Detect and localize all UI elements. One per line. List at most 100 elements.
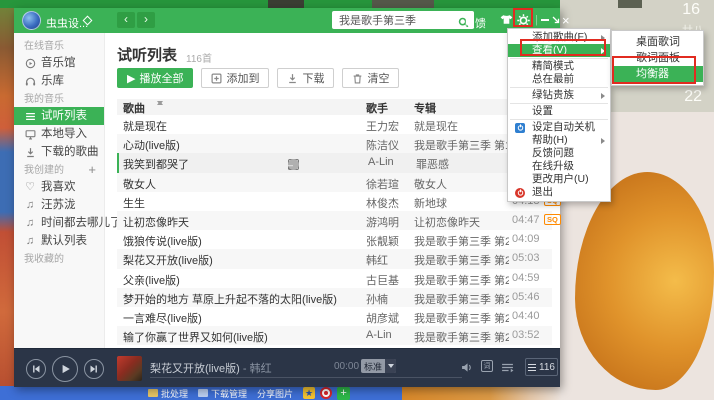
play-button[interactable]: [52, 356, 78, 382]
sidebar-item-乐库[interactable]: 乐库: [14, 72, 104, 90]
menu-item-精简模式[interactable]: 精简模式: [508, 60, 610, 73]
track-title: 梨花又开放(live版): [150, 363, 240, 375]
sidebar-item-label: 默认列表: [41, 232, 87, 250]
column-song[interactable]: 歌曲: [123, 100, 145, 116]
download-button[interactable]: 下载: [277, 68, 334, 88]
menu-item-反馈问题[interactable]: 反馈问题: [508, 147, 610, 160]
calendar-day-2: 22: [684, 88, 702, 106]
plus-tray-icon[interactable]: +: [337, 387, 350, 400]
sidebar-item-汪苏泷[interactable]: ♫汪苏泷: [14, 196, 104, 214]
artist-cell: 徐若瑄: [366, 176, 399, 192]
mini-mode-icon[interactable]: [551, 15, 561, 28]
song-row[interactable]: 梨花又开放(live版)韩红我是歌手第三季 第2期05:03: [117, 249, 552, 268]
song-row[interactable]: 生生林俊杰新地球04:18SQ: [117, 192, 552, 211]
song-cell: 我笑到都哭了: [123, 156, 189, 172]
song-row[interactable]: 父亲(live版)古巨基我是歌手第三季 第2期04:59: [117, 269, 552, 288]
forward-button[interactable]: ›: [137, 12, 155, 28]
annotation-box-equalizer: [612, 56, 696, 84]
playlist-button[interactable]: 116: [525, 358, 558, 376]
menu-separator: [510, 119, 608, 120]
song-cell: 就是现在: [123, 118, 167, 134]
taskbar-item-batch[interactable]: 批处理: [148, 387, 188, 400]
search-input[interactable]: [332, 11, 452, 29]
song-row[interactable]: 敬女人徐若瑄敬女人: [117, 173, 552, 192]
sidebar-section-label: 我收藏的: [14, 252, 104, 267]
duration-cell: 03:52: [512, 329, 540, 341]
song-row[interactable]: 就是现在王力宏就是现在: [117, 115, 552, 134]
album-cell: 新地球: [414, 195, 447, 211]
song-row[interactable]: 心动(live版)陈洁仪我是歌手第三季 第1期: [117, 134, 552, 153]
skin-icon[interactable]: [500, 14, 513, 29]
weibo-eye-tray-icon[interactable]: [320, 387, 332, 399]
sidebar-item-时间都去哪儿了[interactable]: ♫时间都去哪儿了: [14, 214, 104, 232]
sidebar-item-label: 下载的歌曲: [41, 143, 99, 161]
lightning-tray-icon[interactable]: ★: [303, 387, 315, 399]
minimize-button[interactable]: [541, 19, 549, 21]
album-cell: 我是歌手第三季 第2期: [414, 272, 509, 288]
note-icon: ♫: [24, 214, 36, 232]
song-row[interactable]: 输了你赢了世界又如何(live版)A-Lin我是歌手第三季 第2期03:52: [117, 326, 552, 345]
sidebar-item-试听列表[interactable]: 试听列表: [14, 107, 104, 125]
avatar[interactable]: [22, 11, 41, 30]
volume-icon[interactable]: [461, 360, 473, 378]
taskbar-item-share-image[interactable]: 分享图片: [257, 387, 293, 400]
clear-button[interactable]: 清空: [342, 68, 399, 88]
add-playlist-button[interactable]: +: [88, 163, 96, 177]
add-to-button[interactable]: 添加到: [201, 68, 269, 88]
song-row[interactable]: 让初恋像昨天游鸿明让初恋像昨天04:47SQ: [117, 211, 552, 230]
sidebar-section-label-text: 我收藏的: [24, 254, 64, 265]
play-all-button[interactable]: ▶ 播放全部: [117, 68, 193, 88]
lyrics-icon[interactable]: 词: [481, 360, 493, 372]
sidebar-section-label-text: 我创建的: [24, 165, 64, 176]
artist-cell: 林俊杰: [366, 195, 399, 211]
song-cell: 梨花又开放(live版): [123, 252, 213, 268]
menu-item-帮助(H)[interactable]: 帮助(H): [508, 134, 610, 147]
screen: 16 廿八 22 批处理 下载管理 分享图片 ★ + 虫虫设... ‹ ›: [0, 0, 714, 400]
album-cell: 我是歌手第三季 第2期: [414, 310, 509, 326]
duration-cell: 05:03: [512, 252, 540, 264]
sidebar-item-label: 汪苏泷: [41, 196, 76, 214]
page-title: 试听列表: [117, 44, 177, 65]
close-button[interactable]: ×: [562, 13, 570, 28]
feedback-link[interactable]: 反馈: [464, 15, 486, 31]
song-cell: 敬女人: [123, 176, 156, 192]
back-button[interactable]: ‹: [117, 12, 135, 28]
song-cell: 父亲(live版): [123, 272, 180, 288]
menu-item-更改用户(U)[interactable]: 更改用户(U): [508, 173, 610, 186]
username[interactable]: 虫虫设...: [46, 15, 88, 31]
column-album[interactable]: 专辑: [414, 100, 436, 116]
submenu-item-桌面歌词[interactable]: 桌面歌词: [612, 34, 703, 50]
sidebar-item-音乐馆[interactable]: 音乐馆: [14, 54, 104, 72]
sidebar-item-默认列表[interactable]: ♫默认列表: [14, 232, 104, 250]
sidebar-item-我喜欢[interactable]: ♡我喜欢: [14, 178, 104, 196]
progress-bar[interactable]: [150, 377, 462, 378]
power-red-icon: [515, 188, 525, 198]
menu-item-设置[interactable]: 设置: [508, 105, 610, 118]
next-track-button[interactable]: [84, 359, 104, 379]
previous-track-button[interactable]: [26, 359, 46, 379]
menu-item-总在最前[interactable]: 总在最前: [508, 73, 610, 86]
song-row[interactable]: 一言难尽(live版)胡彦斌我是歌手第三季 第2期04:40: [117, 307, 552, 326]
sidebar-item-label: 我喜欢: [41, 178, 76, 196]
menu-item-绿钻贵族[interactable]: 绿钻贵族: [508, 89, 610, 102]
album-art-thumbnail[interactable]: [117, 356, 142, 381]
quality-dropdown[interactable]: 标准: [361, 359, 396, 373]
song-row[interactable]: 饿狼传说(live版)张靓颖我是歌手第三季 第2期04:09: [117, 230, 552, 249]
now-playing-track: 梨花又开放(live版) - 韩红: [150, 360, 272, 376]
sidebar-item-本地导入[interactable]: 本地导入: [14, 125, 104, 143]
menu-separator: [510, 58, 608, 59]
playlist-count: 116: [539, 362, 555, 373]
song-row[interactable]: 梦开始的地方 草原上升起不落的太阳(live版)孙楠我是歌手第三季 第2期05:…: [117, 288, 552, 307]
submenu-arrow-icon: [601, 93, 605, 99]
taskbar-item-download-manager[interactable]: 下载管理: [198, 387, 247, 400]
download-icon: [24, 147, 36, 158]
album-cell: 敬女人: [414, 176, 447, 192]
menu-item-设定自动关机[interactable]: 设定自动关机: [508, 121, 610, 134]
sidebar-item-下载的歌曲[interactable]: 下载的歌曲: [14, 143, 104, 161]
play-mode-icon[interactable]: [501, 360, 514, 378]
menu-item-退出[interactable]: 退出: [508, 186, 610, 199]
menu-item-在线升级[interactable]: 在线升级: [508, 160, 610, 173]
album-cell: 我是歌手第三季 第2期: [414, 252, 509, 268]
song-row[interactable]: 我笑到都哭了A-Lin罪恶感▶+–: [117, 153, 552, 172]
column-artist[interactable]: 歌手: [366, 100, 388, 116]
